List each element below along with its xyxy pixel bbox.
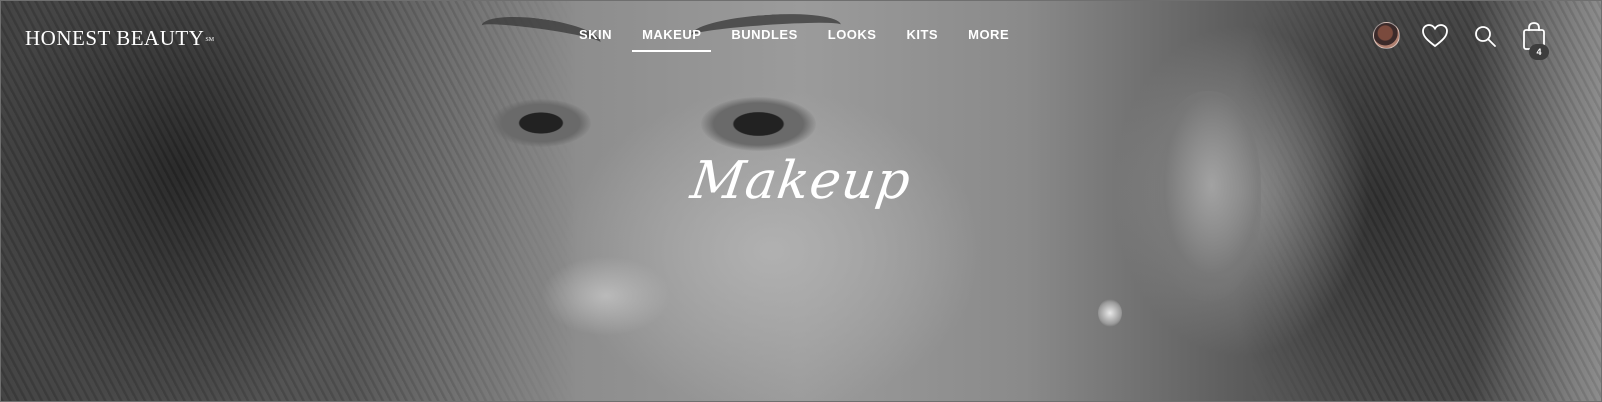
nav-item-bundles[interactable]: BUNDLES [731, 23, 797, 55]
heart-icon[interactable] [1421, 23, 1449, 49]
hero-nose [541, 256, 671, 336]
nav-item-skin[interactable]: SKIN [579, 23, 612, 55]
hero-earring [1098, 299, 1122, 327]
brand-logo[interactable]: HONEST BEAUTYSM [25, 27, 214, 49]
page-frame: HONEST BEAUTYSM SKIN MAKEUP BUNDLES LOOK… [0, 0, 1602, 402]
brand-logo-mark: SM [205, 37, 215, 43]
search-icon[interactable] [1473, 24, 1497, 48]
nav-item-looks[interactable]: LOOKS [828, 23, 877, 55]
cart-count-badge: 4 [1529, 44, 1549, 60]
main-nav: SKIN MAKEUP BUNDLES LOOKS KITS MORE [579, 23, 1039, 57]
nav-item-more[interactable]: MORE [968, 23, 1009, 55]
user-avatar[interactable] [1373, 22, 1400, 49]
hero-eye-right [701, 97, 816, 151]
nav-item-kits[interactable]: KITS [906, 23, 938, 55]
hero-title: Makeup [687, 151, 915, 211]
site-header: HONEST BEAUTYSM SKIN MAKEUP BUNDLES LOOK… [1, 1, 1601, 71]
brand-logo-text: HONEST BEAUTY [25, 26, 205, 50]
nav-item-makeup[interactable]: MAKEUP [632, 23, 712, 55]
hero-eye-left [491, 99, 591, 147]
